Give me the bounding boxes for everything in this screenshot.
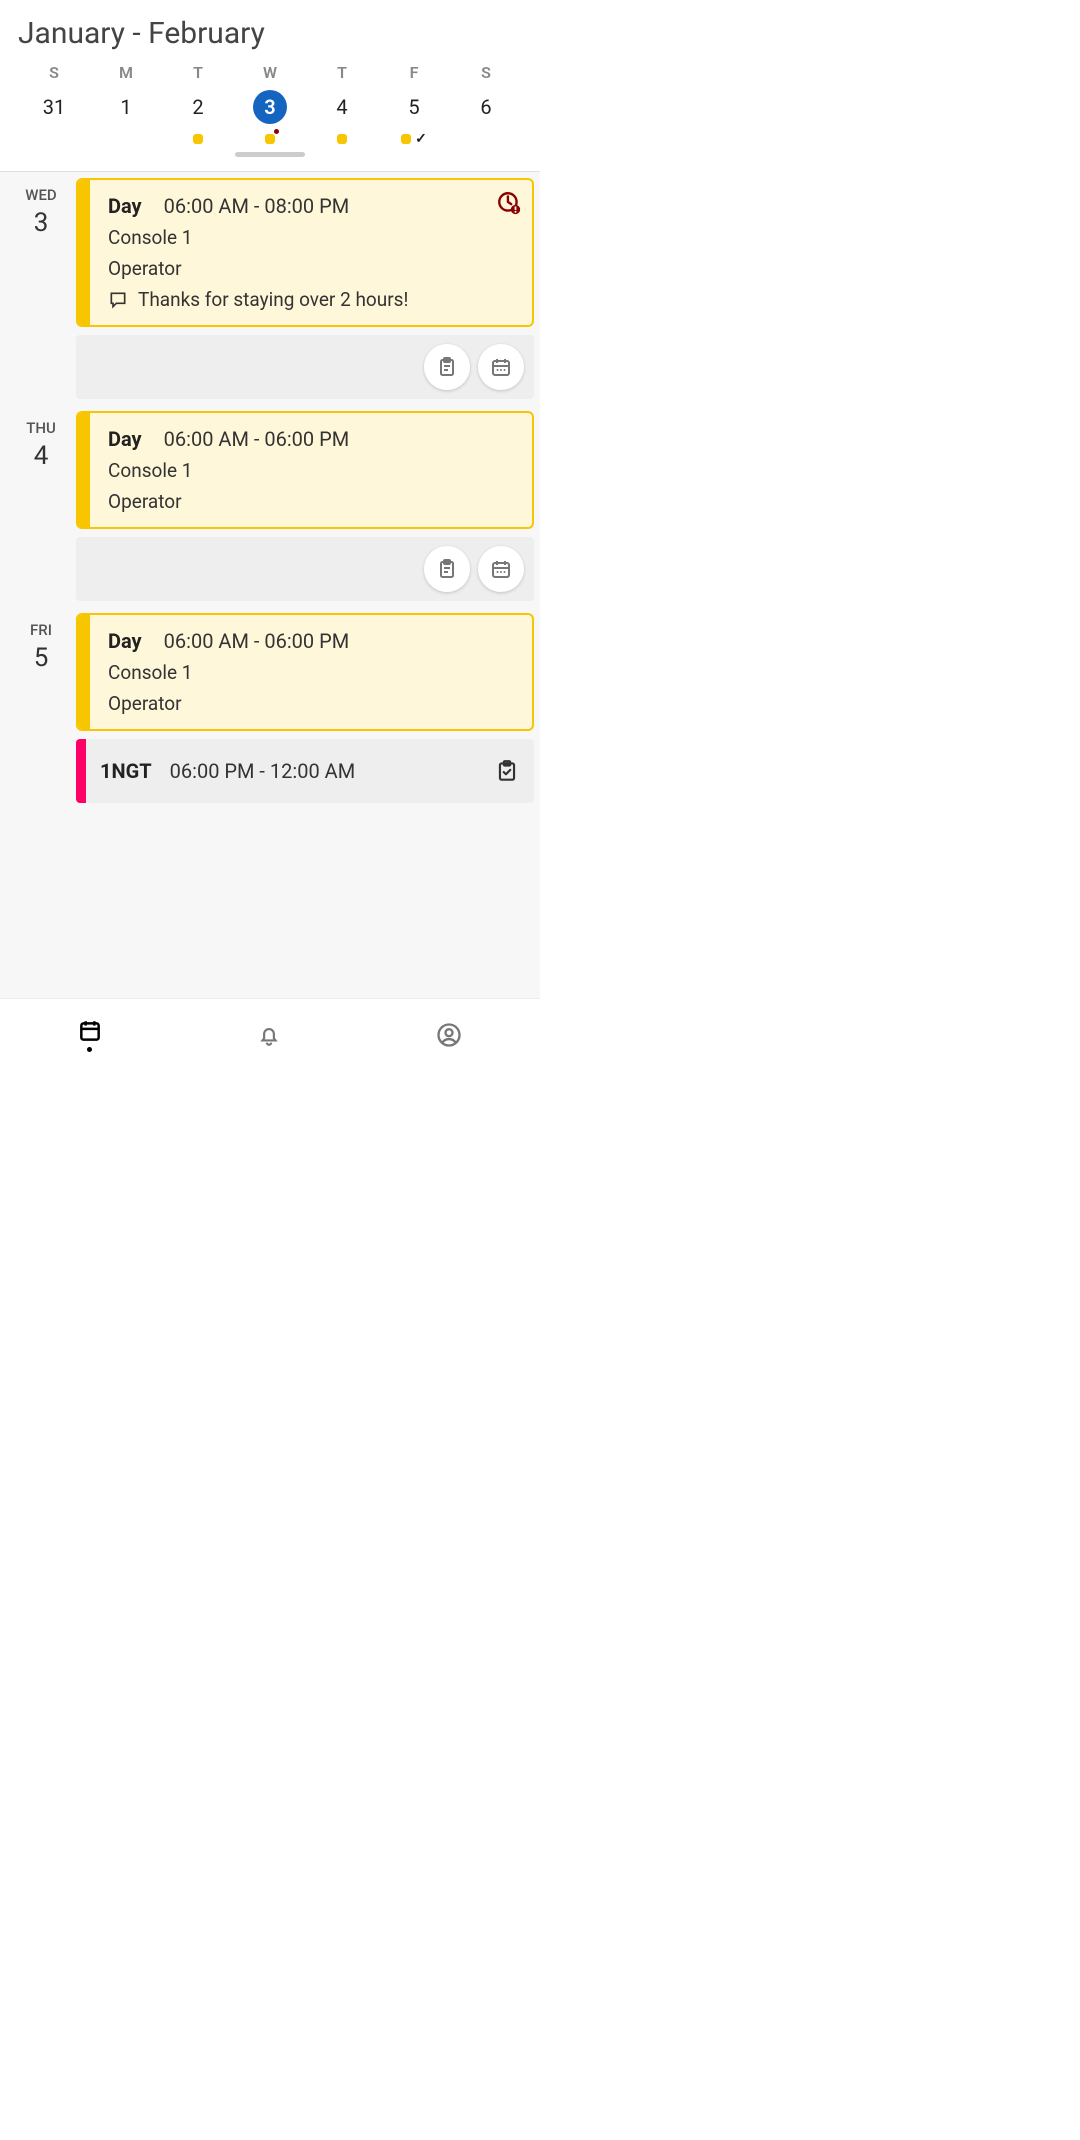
- shift-name: Day: [108, 194, 142, 218]
- dow-label: F: [410, 63, 419, 82]
- dow-label: S: [49, 63, 59, 82]
- alert-dot-icon: [274, 129, 279, 134]
- shift-time: 06:00 PM - 12:00 AM: [170, 759, 356, 783]
- clipboard-check-icon: [494, 758, 520, 784]
- shift-actions-bar: [76, 335, 534, 399]
- calendar-header: January - February S 31 M 1 T 2 W 3: [0, 0, 540, 161]
- day-row: FRI 5 Day 06:00 AM - 06:00 PM Console 1 …: [0, 607, 540, 803]
- secondary-shift-card[interactable]: 1NGT 06:00 PM - 12:00 AM: [76, 739, 534, 803]
- daynum-label: 3: [6, 208, 76, 238]
- calendar-button[interactable]: [478, 344, 524, 390]
- shift-location: Console 1: [108, 459, 518, 482]
- dow-label: T: [193, 63, 203, 82]
- day-number: 5: [397, 90, 431, 124]
- nav-notifications-button[interactable]: [256, 1022, 282, 1048]
- day-number: 2: [181, 90, 215, 124]
- shift-time: 06:00 AM - 08:00 PM: [164, 194, 350, 218]
- daynum-label: 5: [6, 643, 76, 673]
- comment-text: Thanks for staying over 2 hours!: [138, 288, 408, 311]
- week-day[interactable]: S 6: [450, 63, 522, 146]
- shift-name: Day: [108, 427, 142, 451]
- shift-role: Operator: [108, 257, 518, 280]
- shift-color-stripe: [76, 739, 86, 803]
- nav-active-dot-icon: [87, 1047, 92, 1052]
- day-row: THU 4 Day 06:00 AM - 06:00 PM Console 1 …: [0, 405, 540, 601]
- event-dot-icon: [265, 134, 275, 144]
- day-number-selected: 3: [253, 90, 287, 124]
- date-block: WED 3: [6, 178, 76, 399]
- month-range-title: January - February: [18, 16, 522, 51]
- shift-name: 1NGT: [100, 759, 152, 783]
- shift-location: Console 1: [108, 661, 518, 684]
- nav-profile-button[interactable]: [435, 1021, 463, 1049]
- shift-color-stripe: [78, 180, 90, 325]
- shift-color-stripe: [78, 615, 90, 729]
- event-dot-icon: [337, 134, 347, 144]
- shift-card[interactable]: Day 06:00 AM - 06:00 PM Console 1 Operat…: [76, 613, 534, 731]
- weekday-label: FRI: [6, 621, 76, 639]
- shift-actions-bar: [76, 537, 534, 601]
- clipboard-button[interactable]: [424, 344, 470, 390]
- shift-name: Day: [108, 629, 142, 653]
- day-number: 1: [109, 90, 143, 124]
- week-day[interactable]: W 3: [234, 63, 306, 146]
- shift-role: Operator: [108, 692, 518, 715]
- overtime-alert-icon: [496, 190, 522, 216]
- weekday-label: WED: [6, 186, 76, 204]
- weekday-label: THU: [6, 419, 76, 437]
- shift-card[interactable]: Day 06:00 AM - 06:00 PM Console 1 Operat…: [76, 411, 534, 529]
- week-day[interactable]: S 31: [18, 63, 90, 146]
- event-dot-icon: [401, 134, 411, 144]
- shift-time: 06:00 AM - 06:00 PM: [164, 629, 350, 653]
- calendar-button[interactable]: [478, 546, 524, 592]
- day-number: 31: [37, 90, 71, 124]
- week-day[interactable]: M 1: [90, 63, 162, 146]
- date-block: FRI 5: [6, 613, 76, 803]
- drag-handle-icon[interactable]: [235, 152, 305, 157]
- shift-time: 06:00 AM - 06:00 PM: [164, 427, 350, 451]
- schedule-list[interactable]: WED 3 Day 06:00 AM - 08:00 PM Console 1: [0, 172, 540, 998]
- week-strip: S 31 M 1 T 2 W 3 T 4: [18, 63, 522, 146]
- shift-role: Operator: [108, 490, 518, 513]
- date-block: THU 4: [6, 411, 76, 601]
- shift-card[interactable]: Day 06:00 AM - 08:00 PM Console 1 Operat…: [76, 178, 534, 327]
- day-row: WED 3 Day 06:00 AM - 08:00 PM Console 1: [0, 172, 540, 399]
- comment-icon: [108, 290, 128, 310]
- day-number: 6: [469, 90, 503, 124]
- clipboard-button[interactable]: [424, 546, 470, 592]
- dow-label: W: [263, 63, 277, 82]
- day-number: 4: [325, 90, 359, 124]
- dow-label: M: [119, 63, 133, 82]
- nav-calendar-button[interactable]: [77, 1018, 103, 1052]
- dow-label: S: [481, 63, 491, 82]
- week-day[interactable]: T 2: [162, 63, 234, 146]
- week-day[interactable]: F 5 ✓: [378, 63, 450, 146]
- approved-check-icon: ✓: [415, 131, 427, 147]
- event-dot-icon: [193, 134, 203, 144]
- shift-color-stripe: [78, 413, 90, 527]
- shift-comment: Thanks for staying over 2 hours!: [108, 288, 518, 311]
- dow-label: T: [337, 63, 347, 82]
- week-day[interactable]: T 4: [306, 63, 378, 146]
- shift-location: Console 1: [108, 226, 518, 249]
- daynum-label: 4: [6, 441, 76, 471]
- bottom-nav: [0, 998, 540, 1070]
